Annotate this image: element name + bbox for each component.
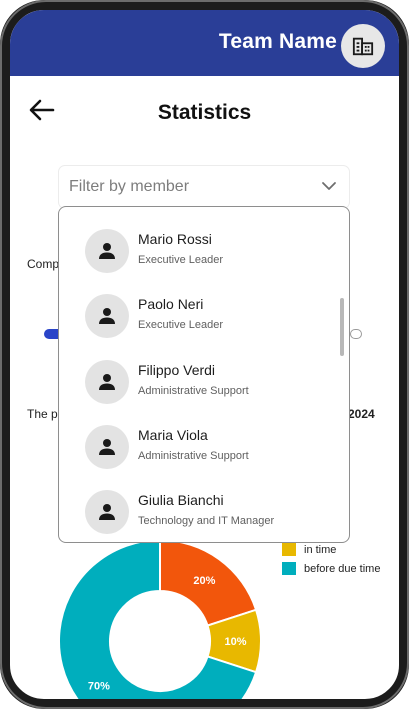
member-option[interactable]: Mario Rossi Executive Leader [59,214,339,278]
member-name: Giulia Bianchi [138,492,224,508]
member-name: Maria Viola [138,427,208,443]
slice-value-label: 70% [88,680,110,692]
member-name: Paolo Neri [138,296,204,312]
person-icon [99,504,115,520]
donut-chart: 20% 10% 70% [58,538,262,699]
avatar [85,229,129,273]
avatar [85,294,129,338]
person-icon [99,243,115,259]
legend-label: in time [304,543,337,556]
legend-label: before due time [304,562,381,575]
member-option[interactable]: Paolo Neri Executive Leader [59,279,339,343]
filter-placeholder: Filter by member [69,178,190,195]
member-option[interactable]: Filippo Verdi Administrative Support [59,345,339,409]
member-option[interactable]: Giulia Bianchi Technology and IT Manager [59,475,339,539]
phone-frame: Team Name Statistics Comp The p 2024 20%… [0,0,409,709]
slice-value-label: 10% [224,636,246,648]
legend-item-before-due-time: before due time [282,559,380,578]
chevron-down-icon [322,182,336,190]
period-label-fragment: The p [27,407,58,421]
avatar [85,360,129,404]
progress-bar-end [350,329,362,339]
building-icon [352,37,374,56]
legend-swatch [282,543,296,556]
member-option[interactable]: Maria Viola Administrative Support [59,410,339,474]
member-role: Administrative Support [138,450,249,462]
legend-swatch [282,562,296,575]
person-icon [99,439,115,455]
chart-legend: in time before due time [282,540,380,578]
completed-label-fragment: Comp [27,257,60,271]
person-icon [99,308,115,324]
member-dropdown-menu: Mario Rossi Executive Leader Paolo Neri … [58,206,350,543]
avatar [85,490,129,534]
app-header: Team Name [10,10,399,76]
member-role: Executive Leader [138,319,223,331]
member-name: Filippo Verdi [138,362,216,378]
member-name: Mario Rossi [138,231,212,247]
dropdown-scrollbar[interactable] [340,298,344,356]
avatar [85,425,129,469]
member-filter-select[interactable]: Filter by member [58,165,350,209]
team-name: Team Name [218,30,337,53]
person-icon [99,374,115,390]
page-title: Statistics [157,101,252,124]
member-role: Executive Leader [138,254,223,266]
team-avatar-button[interactable] [341,24,385,68]
slice-value-label: 20% [193,575,215,587]
member-role: Administrative Support [138,385,249,397]
member-role: Technology and IT Manager [138,515,275,527]
period-year-fragment: 2024 [348,407,375,421]
